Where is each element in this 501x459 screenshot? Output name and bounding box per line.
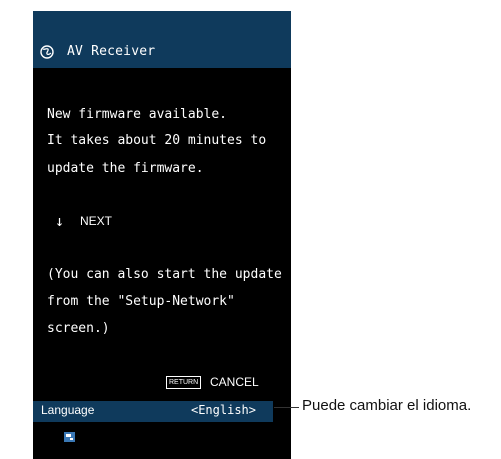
next-option[interactable]: NEXT [80, 214, 112, 228]
language-label: Language [41, 403, 95, 417]
message-line: update the firmware. [47, 161, 204, 176]
down-arrow-icon: ↓ [55, 212, 65, 230]
receiver-screen: AV Receiver New firmware available. It t… [33, 11, 291, 459]
callout-line [274, 407, 299, 408]
callout-text: Puede cambiar el idioma. [302, 397, 472, 414]
note-line: screen.) [47, 321, 110, 336]
cancel-option[interactable]: CANCEL [210, 375, 259, 389]
note-line: (You can also start the update [47, 267, 282, 282]
language-value[interactable]: <English> [191, 403, 256, 417]
note-line: from the "Setup-Network" [47, 294, 235, 309]
message-line: It takes about 20 minutes to [47, 133, 267, 148]
message-line: New firmware available. [47, 107, 228, 122]
language-row[interactable]: Language <English> [33, 401, 273, 422]
network-icon [64, 432, 75, 442]
globe-icon [40, 45, 54, 59]
app-title: AV Receiver [67, 44, 156, 59]
header-bar: AV Receiver [33, 11, 291, 68]
return-key-badge: RETURN [166, 376, 202, 389]
